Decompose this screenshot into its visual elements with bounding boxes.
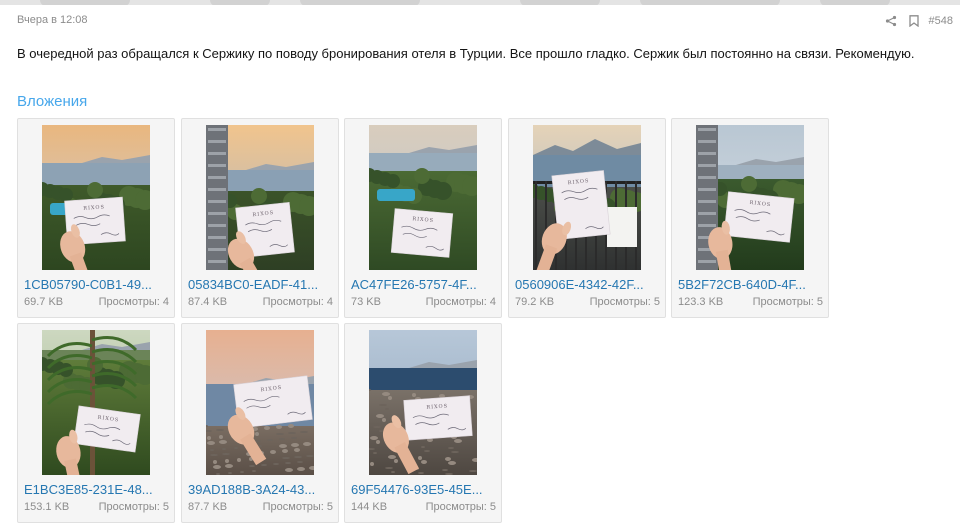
attachment-views: Просмотры: 4 — [425, 296, 496, 308]
attachment-card[interactable]: RIXOS 39AD188B-3A24-43... 87.7 KB Просмо… — [181, 323, 339, 523]
attachment-size: 79.2 KB — [515, 296, 555, 308]
attachment-views: Просмотры: 4 — [98, 296, 169, 308]
attachment-card[interactable]: RIXOS 69F54476-93E5-45E... 144 KB Просмо… — [344, 323, 502, 523]
attachment-name[interactable]: 39AD188B-3A24-43... — [188, 482, 334, 497]
bookmark-icon[interactable] — [907, 14, 921, 28]
attachment-size: 144 KB — [351, 501, 388, 513]
attachment-card[interactable]: RIXOS 1CB05790-C0B1-49... 69.7 KB Просмо… — [17, 118, 175, 318]
attachment-name[interactable]: E1BC3E85-231E-48... — [24, 482, 170, 497]
attachment-views: Просмотры: 4 — [262, 296, 333, 308]
post-number-link[interactable]: #548 — [929, 15, 953, 27]
attachment-card[interactable]: RIXOS AC47FE26-5757-4F... 73 KB Просмотр… — [344, 118, 502, 318]
attachment-thumbnail[interactable]: RIXOS — [206, 330, 314, 475]
attachment-size: 123.3 KB — [678, 296, 724, 308]
attachment-name[interactable]: 69F54476-93E5-45E... — [351, 482, 497, 497]
attachment-views: Просмотры: 5 — [262, 501, 333, 513]
post-meta: Вчера в 12:08 #548 — [17, 13, 960, 29]
attachment-thumbnail[interactable]: RIXOS — [206, 125, 314, 270]
post-timestamp[interactable]: Вчера в 12:08 — [17, 14, 88, 26]
attachment-thumbnail[interactable]: RIXOS — [369, 125, 477, 270]
post-actions: #548 — [875, 13, 953, 29]
attachment-card[interactable]: RIXOS 05834BC0-EADF-41... 87.4 KB Просмо… — [181, 118, 339, 318]
attachment-size: 153.1 KB — [24, 501, 70, 513]
attachment-size: 69.7 KB — [24, 296, 64, 308]
attachment-size: 73 KB — [351, 296, 381, 308]
attachment-views: Просмотры: 5 — [589, 296, 660, 308]
attachment-name[interactable]: 5B2F72CB-640D-4F... — [678, 277, 824, 292]
attachment-name[interactable]: 0560906E-4342-42F... — [515, 277, 661, 292]
attachment-views: Просмотры: 5 — [752, 296, 823, 308]
attachment-card[interactable]: RIXOS 5B2F72CB-640D-4F... 123.3 KB Просм… — [671, 118, 829, 318]
attachment-card[interactable]: RIXOS E1BC3E85-231E-48... 153.1 KB Просм… — [17, 323, 175, 523]
post-message: В очередной раз обращался к Сержику по п… — [17, 46, 915, 61]
attachment-name[interactable]: 05834BC0-EADF-41... — [188, 277, 334, 292]
attachment-thumbnail[interactable]: RIXOS — [42, 330, 150, 475]
attachment-thumbnail[interactable]: RIXOS — [42, 125, 150, 270]
attachment-size: 87.4 KB — [188, 296, 228, 308]
attachments-heading: Вложения — [17, 93, 88, 110]
attachment-views: Просмотры: 5 — [425, 501, 496, 513]
attachment-card[interactable]: RIXOS 0560906E-4342-42F... 79.2 KB Просм… — [508, 118, 666, 318]
attachment-name[interactable]: AC47FE26-5757-4F... — [351, 277, 497, 292]
attachment-thumbnail[interactable]: RIXOS — [369, 330, 477, 475]
attachment-thumbnail[interactable]: RIXOS — [696, 125, 804, 270]
share-icon[interactable] — [884, 14, 898, 28]
attachment-name[interactable]: 1CB05790-C0B1-49... — [24, 277, 170, 292]
attachment-size: 87.7 KB — [188, 501, 228, 513]
attachment-views: Просмотры: 5 — [98, 501, 169, 513]
attachment-thumbnail[interactable]: RIXOS — [533, 125, 641, 270]
post: Вчера в 12:08 #548 В очередной раз обращ… — [0, 5, 960, 524]
